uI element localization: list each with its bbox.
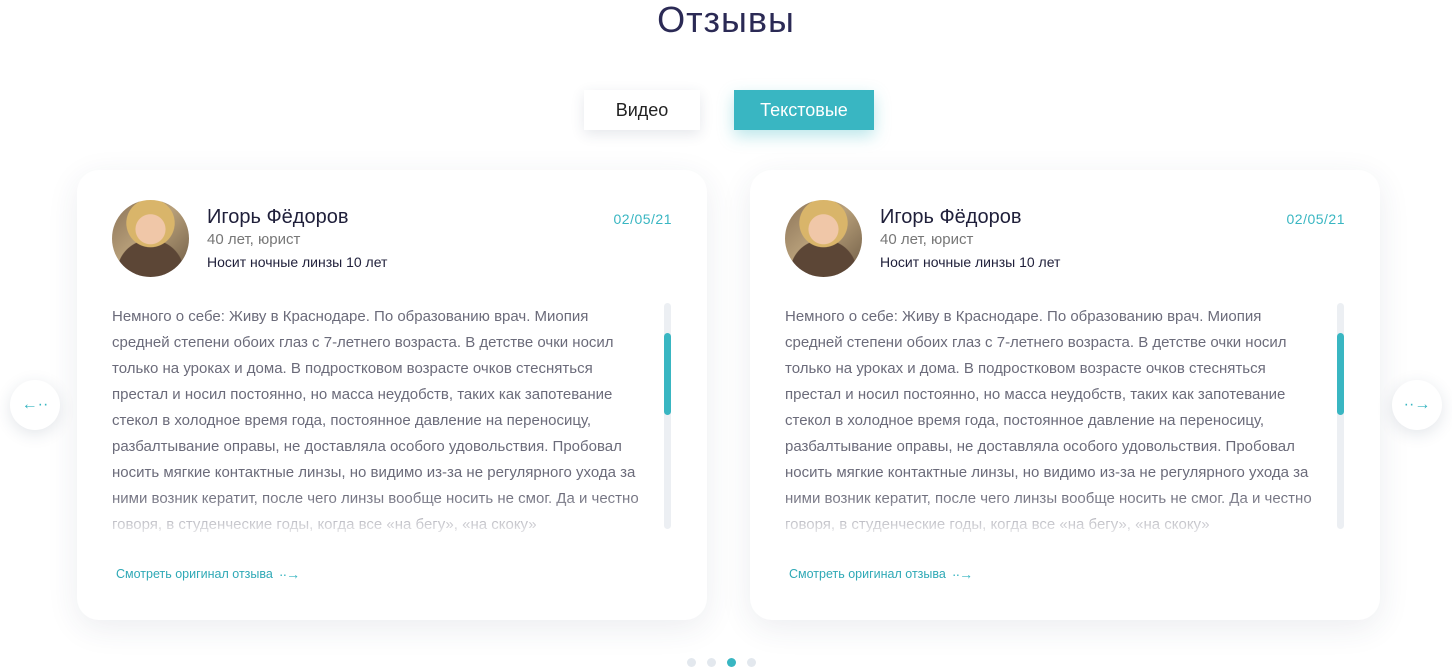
text-fade [112, 494, 642, 534]
view-original-link[interactable]: Смотреть оригинал отзыва ··→ [116, 566, 300, 582]
view-original-label: Смотреть оригинал отзыва [789, 567, 946, 581]
arrow-right-icon: ··→ [951, 566, 973, 582]
scroll-thumb[interactable] [664, 333, 671, 415]
pagination-dot[interactable] [747, 658, 756, 667]
avatar [785, 200, 862, 277]
arrow-right-icon: ··→ [278, 566, 300, 582]
reviewer-wear-duration: Носит ночные линзы 10 лет [207, 254, 388, 270]
view-original-label: Смотреть оригинал отзыва [116, 567, 273, 581]
view-original-link[interactable]: Смотреть оригинал отзыва ··→ [789, 566, 973, 582]
tab-text-reviews[interactable]: Текстовые [734, 90, 874, 130]
text-fade [785, 494, 1315, 534]
tab-video[interactable]: Видео [584, 90, 700, 130]
arrow-right-icon: ··→ [1403, 396, 1431, 413]
review-scrollbar[interactable] [1337, 303, 1344, 529]
reviews-section: Отзывы Видео Текстовые Игорь Фёдоров 40 … [0, 0, 1452, 668]
avatar [112, 200, 189, 277]
review-date: 02/05/21 [613, 211, 672, 227]
review-text-container[interactable]: Немного о себе: Живу в Краснодаре. По об… [112, 304, 642, 534]
pagination-dot[interactable] [687, 658, 696, 667]
review-card: Игорь Фёдоров 40 лет, юрист Носит ночные… [77, 170, 707, 620]
section-title: Отзывы [657, 0, 795, 40]
reviewer-meta: 40 лет, юрист [880, 231, 974, 248]
next-slide-button[interactable]: ··→ [1392, 380, 1442, 430]
reviewer-meta: 40 лет, юрист [207, 231, 301, 248]
review-scrollbar[interactable] [664, 303, 671, 529]
reviewer-wear-duration: Носит ночные линзы 10 лет [880, 254, 1061, 270]
pagination-dots [687, 658, 756, 667]
review-type-tabs: Видео Текстовые [584, 90, 874, 130]
review-card: Игорь Фёдоров 40 лет, юрист Носит ночные… [750, 170, 1380, 620]
pagination-dot[interactable] [707, 658, 716, 667]
pagination-dot-active[interactable] [727, 658, 736, 667]
arrow-left-icon: ←·· [21, 396, 49, 413]
review-text-container[interactable]: Немного о себе: Живу в Краснодаре. По об… [785, 304, 1315, 534]
reviewer-name: Игорь Фёдоров [880, 206, 1022, 228]
prev-slide-button[interactable]: ←·· [10, 380, 60, 430]
review-date: 02/05/21 [1286, 211, 1345, 227]
reviewer-name: Игорь Фёдоров [207, 206, 349, 228]
scroll-thumb[interactable] [1337, 333, 1344, 415]
